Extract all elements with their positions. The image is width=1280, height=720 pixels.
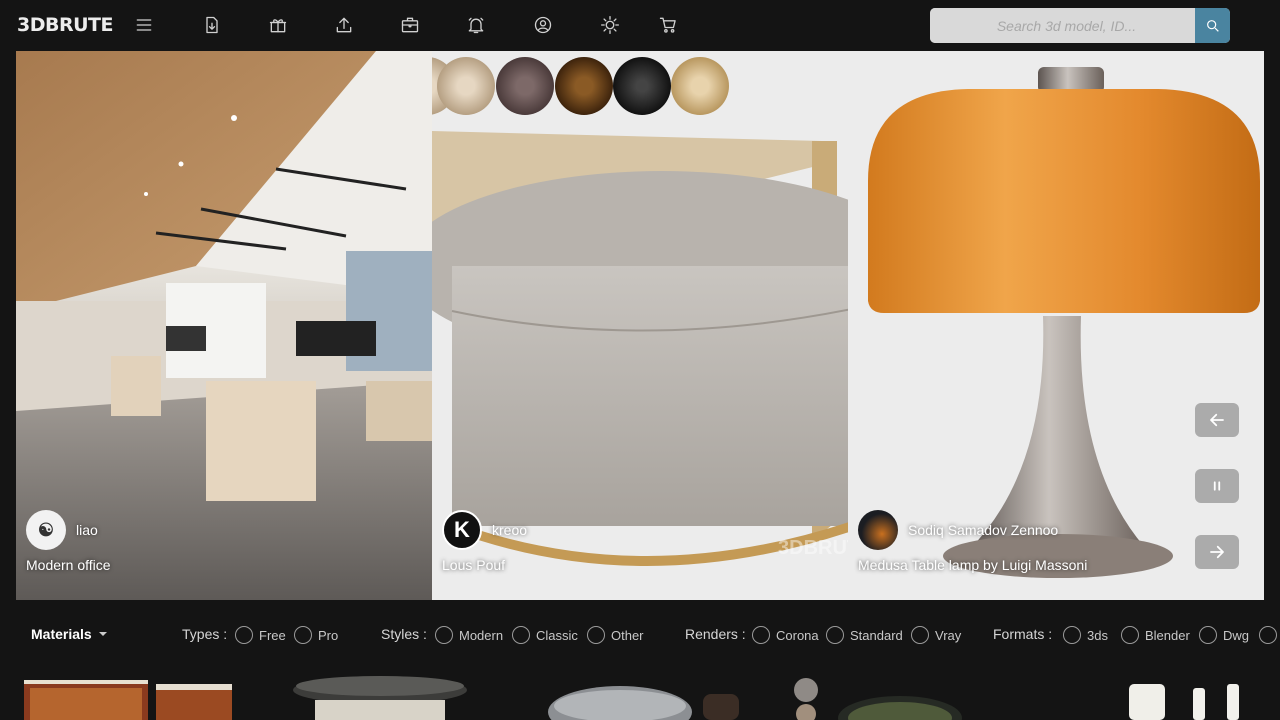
renders-label: Renders : [685,626,746,642]
radio-blender[interactable] [1121,626,1139,644]
option-label: Modern [459,627,504,643]
model-grid [0,672,1280,720]
bell-icon[interactable] [464,13,488,37]
radio-standard[interactable] [826,626,844,644]
filter-option-pro[interactable]: Pro [294,626,338,644]
formats-label: Formats : [993,626,1053,642]
model-card-candles[interactable] [1125,672,1255,720]
search-input[interactable] [930,8,1195,43]
briefcase-icon[interactable] [398,13,422,37]
slide-title[interactable]: Modern office [26,557,111,573]
search-icon [1206,19,1219,32]
cart-icon[interactable] [656,13,680,37]
filter-bar: Materials Types : Free Pro Styles : Mode… [0,620,1280,652]
styles-label: Styles : [381,626,427,642]
slider-pause-button[interactable] [1195,469,1239,503]
option-label: Other [611,627,644,643]
types-filter: Types : [182,626,227,642]
filter-option-standard[interactable]: Standard [826,626,903,644]
option-label: Classic [536,627,578,643]
vase-thumbnail-image [548,686,739,720]
option-label: Corona [776,627,819,643]
filter-option-vray[interactable]: Vray [911,626,961,644]
formats-filter: Formats : [993,626,1052,642]
author-name: liao [76,522,98,538]
radio-pro[interactable] [294,626,312,644]
slide-author[interactable]: Sodiq Samadov Zennoo [858,510,1058,550]
filter-option-free[interactable]: Free [235,626,286,644]
filter-option-next[interactable] [1259,626,1280,644]
arrow-right-icon [1210,545,1224,559]
radio-dwg[interactable] [1199,626,1217,644]
search-bar [930,8,1230,43]
slide-modern-office[interactable]: ☯ liao Modern office [16,51,432,600]
slide-author[interactable]: ☯ liao [26,510,98,550]
author-avatar: K [442,510,482,550]
search-button[interactable] [1195,8,1230,43]
filter-option-modern[interactable]: Modern [435,626,503,644]
bowl-thumbnail-image [794,678,962,720]
radio-next[interactable] [1259,626,1277,644]
radio-classic[interactable] [512,626,530,644]
option-label: Free [259,627,286,643]
option-label: Standard [850,627,903,643]
author-name: Sodiq Samadov Zennoo [908,522,1059,538]
arrow-left-icon [1210,413,1224,427]
filter-option-other[interactable]: Other [587,626,644,644]
download-icon[interactable] [200,13,224,37]
slide-author[interactable]: K kreoo [442,510,527,550]
gift-icon[interactable] [266,13,290,37]
top-bar: 3DBRUTE [0,0,1280,50]
user-icon[interactable] [531,13,555,37]
radio-modern[interactable] [435,626,453,644]
option-label: 3ds [1087,627,1108,643]
pause-icon [1213,481,1221,491]
filter-option-dwg[interactable]: Dwg [1199,626,1249,644]
filter-option-classic[interactable]: Classic [512,626,578,644]
model-card-rug[interactable] [22,672,232,720]
rug-thumbnail-image [24,680,232,720]
author-avatar [858,510,898,550]
slide-lous-pouf[interactable]: 3DBRUTE K kreoo Lous Pouf [432,51,848,600]
sun-icon[interactable] [598,13,622,37]
option-label: Dwg [1223,627,1250,643]
slider-next-button[interactable] [1195,535,1239,569]
author-name: kreoo [492,522,528,538]
slider-prev-button[interactable] [1195,403,1239,437]
candles-thumbnail-image [1129,684,1239,720]
slide-medusa-lamp[interactable]: Sodiq Samadov Zennoo Medusa Table lamp b… [848,51,1264,600]
model-card-table[interactable] [290,672,475,720]
featured-slider: ☯ liao Modern office 3DBRU K kreoo Lous … [16,51,1264,600]
option-label: Vray [935,627,962,643]
upload-icon[interactable] [332,13,356,37]
option-label: Blender [1145,627,1190,643]
watermark-text: 3DBRUTE [778,537,848,559]
option-label: Pro [318,627,339,643]
radio-other[interactable] [587,626,605,644]
table-thumbnail-image [293,676,467,720]
types-label: Types : [182,626,228,642]
site-logo[interactable]: 3DBRUTE [17,14,113,36]
model-card-vase[interactable] [545,672,745,720]
model-card-bowl[interactable] [790,672,965,720]
radio-vray[interactable] [911,626,929,644]
styles-filter: Styles : [381,626,427,642]
menu-icon[interactable] [132,13,156,37]
slide-title[interactable]: Medusa Table lamp by Luigi Massoni [858,557,1087,573]
caret-down-icon [98,632,107,636]
filter-option-blender[interactable]: Blender [1121,626,1190,644]
filter-option-corona[interactable]: Corona [752,626,819,644]
radio-free[interactable] [235,626,253,644]
filter-option-3ds[interactable]: 3ds [1063,626,1108,644]
materials-label: Materials [31,626,92,642]
radio-corona[interactable] [752,626,770,644]
author-avatar: ☯ [26,510,66,550]
radio-3ds[interactable] [1063,626,1081,644]
materials-dropdown[interactable]: Materials [31,626,107,642]
renders-filter: Renders : [685,626,746,642]
slide-title[interactable]: Lous Pouf [442,557,505,573]
